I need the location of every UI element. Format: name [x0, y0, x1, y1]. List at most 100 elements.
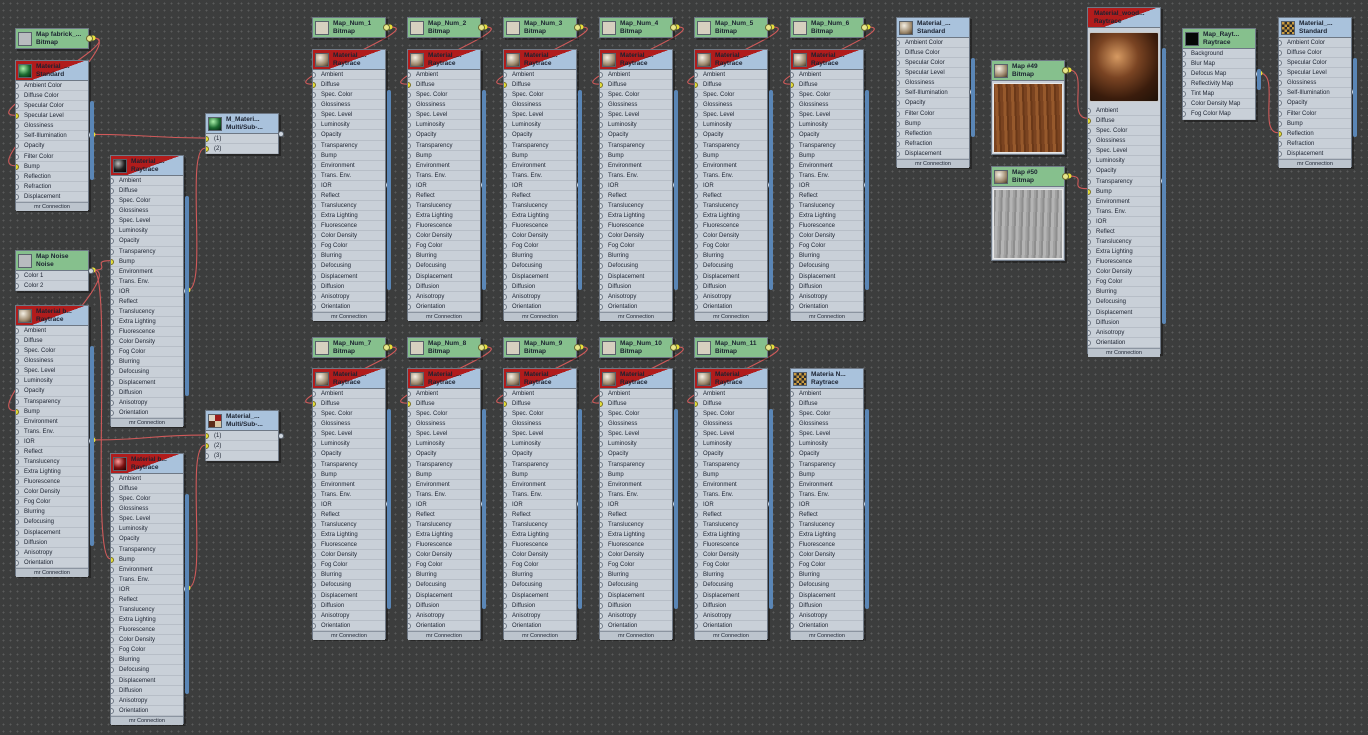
node-header[interactable]: Map_Num_10 Bitmap [600, 338, 677, 358]
input-slot[interactable]: Filter Color [1279, 109, 1351, 119]
input-slot[interactable]: Displacement [111, 676, 183, 686]
input-slot[interactable]: Spec. Level [408, 110, 480, 121]
node-header[interactable]: Map_Num_9 Bitmap [504, 338, 581, 358]
input-slot[interactable]: Reflect [504, 510, 576, 521]
input-slot[interactable]: Displacement [111, 378, 183, 388]
input-slot[interactable]: IOR [111, 287, 183, 297]
input-slot[interactable]: Opacity [408, 130, 480, 141]
input-slot[interactable]: Spec. Level [16, 366, 88, 377]
input-slot[interactable]: Reflect [313, 191, 385, 202]
input-slot[interactable]: Reflect [600, 191, 672, 202]
rt-8-node[interactable]: Material_... Raytrace Ambient Diffuse Spec. … [407, 368, 486, 640]
input-slot[interactable]: Fluorescence [1088, 257, 1160, 268]
input-slot[interactable]: IOR [16, 437, 88, 447]
input-slot[interactable]: IOR [791, 500, 863, 510]
input-slot[interactable]: Color Density [16, 487, 88, 498]
input-slot[interactable]: Opacity [111, 534, 183, 545]
mr-connection-footer[interactable]: mr Connection [695, 630, 767, 640]
input-slot[interactable]: Ambient [111, 176, 183, 187]
input-slot[interactable]: Reflection [1279, 129, 1351, 139]
input-slot[interactable]: Glossiness [16, 121, 88, 132]
input-slot[interactable]: Opacity [504, 449, 576, 460]
input-slot[interactable]: Color Density [504, 550, 576, 561]
input-slot[interactable]: Glossiness [1279, 78, 1351, 89]
input-slot[interactable]: Spec. Color [791, 90, 863, 101]
node-header[interactable]: Map_Num_6 Bitmap [791, 18, 868, 38]
map-raytrace-node[interactable]: Map_Rayt... Raytrace Background Blur Map Def… [1182, 28, 1261, 120]
input-slot[interactable]: Spec. Level [408, 429, 480, 440]
input-slot[interactable]: Color Density [408, 550, 480, 561]
input-slot[interactable]: Ambient [695, 389, 767, 400]
map-noise-node[interactable]: Map Noise Noise Color 1 Color 2 [15, 250, 94, 292]
node-header[interactable]: Material_... Raytrace [600, 50, 672, 70]
input-slot[interactable]: Extra Lighting [695, 530, 767, 541]
input-slot[interactable]: Environment [16, 417, 88, 427]
map-num-7-node[interactable]: Map_Num_7 Bitmap [312, 337, 390, 358]
input-slot[interactable]: Anisotropy [600, 611, 672, 621]
input-slot[interactable]: Diffuse [408, 80, 480, 91]
input-slot[interactable]: Spec. Color [791, 409, 863, 420]
input-slot[interactable]: Bump [600, 470, 672, 480]
input-slot[interactable]: Defocusing [408, 580, 480, 591]
input-slot[interactable]: Fluorescence [791, 221, 863, 232]
map-num-2-node[interactable]: Map_Num_2 Bitmap [407, 17, 485, 38]
input-slot[interactable]: Blurring [313, 251, 385, 262]
output-socket[interactable] [670, 344, 677, 351]
input-slot[interactable]: Translucency [408, 201, 480, 212]
input-slot[interactable]: Extra Lighting [408, 530, 480, 541]
mr-connection-footer[interactable]: mr Connection [1088, 347, 1160, 357]
input-slot[interactable]: Glossiness [504, 100, 576, 111]
input-slot[interactable]: Luminosity [600, 439, 672, 450]
input-slot[interactable]: Fog Color [695, 241, 767, 252]
map-num-5-node[interactable]: Map_Num_5 Bitmap [694, 17, 772, 38]
rt-4-node[interactable]: Material_... Raytrace Ambient Diffuse Spec. … [599, 49, 678, 321]
output-socket[interactable] [278, 433, 284, 440]
input-slot[interactable]: Fog Color [16, 497, 88, 508]
input-slot[interactable]: Extra Lighting [791, 211, 863, 222]
input-slot[interactable]: Spec. Level [1088, 146, 1160, 157]
input-slot[interactable]: Orientation [313, 621, 385, 631]
rt-7-node[interactable]: Material_... Raytrace Ambient Diffuse Spec. … [312, 368, 391, 640]
input-slot[interactable]: Orientation [111, 706, 183, 716]
map-num-3-node[interactable]: Map_Num_3 Bitmap [503, 17, 581, 38]
input-slot[interactable]: Spec. Color [504, 90, 576, 101]
input-slot[interactable]: Luminosity [600, 120, 672, 131]
input-slot[interactable]: Luminosity [1088, 156, 1160, 167]
input-slot[interactable]: Fog Color [408, 241, 480, 252]
input-slot[interactable]: Trans. Env. [1088, 207, 1160, 217]
output-socket[interactable] [765, 24, 772, 31]
input-slot[interactable]: Color Density [791, 550, 863, 561]
input-slot[interactable]: Spec. Level [791, 429, 863, 440]
input-slot[interactable]: Anisotropy [111, 398, 183, 408]
input-slot[interactable]: Ambient [313, 70, 385, 81]
input-slot[interactable]: Ambient [408, 389, 480, 400]
mr-connection-footer[interactable]: mr Connection [791, 630, 863, 640]
input-slot[interactable]: IOR [695, 181, 767, 191]
node-header[interactable]: Material_... Raytrace [408, 369, 480, 389]
input-slot[interactable]: Displacement [600, 591, 672, 601]
output-socket[interactable] [670, 24, 677, 31]
input-slot[interactable]: Reflect [313, 510, 385, 521]
output-socket[interactable] [574, 344, 581, 351]
input-slot[interactable]: Orientation [600, 621, 672, 631]
input-slot[interactable]: Ambient [600, 70, 672, 81]
input-slot[interactable]: IOR [695, 500, 767, 510]
mat-std-2-node[interactable]: Material_... Standard Ambient Color Diffuse… [896, 17, 975, 168]
input-slot[interactable]: Translucency [504, 520, 576, 531]
input-slot[interactable]: Orientation [1088, 338, 1160, 348]
input-slot[interactable]: Translucency [1088, 237, 1160, 248]
input-slot[interactable]: Spec. Level [111, 514, 183, 525]
node-header[interactable]: Map_Num_7 Bitmap [313, 338, 390, 358]
input-slot[interactable]: Fog Color [504, 560, 576, 571]
input-slot[interactable]: Glossiness [791, 419, 863, 430]
mr-connection-footer[interactable]: mr Connection [1279, 158, 1351, 168]
input-slot[interactable]: Reflect [111, 297, 183, 308]
input-slot[interactable]: Opacity [791, 449, 863, 460]
input-slot[interactable]: Diffusion [695, 601, 767, 611]
input-slot[interactable]: Extra Lighting [600, 530, 672, 541]
input-slot[interactable]: Bump [897, 119, 969, 129]
mr-connection-footer[interactable]: mr Connection [897, 158, 969, 168]
input-slot[interactable]: (3) [206, 451, 278, 462]
input-slot[interactable]: Fluorescence [16, 477, 88, 488]
input-slot[interactable]: Trans. Env. [408, 490, 480, 500]
